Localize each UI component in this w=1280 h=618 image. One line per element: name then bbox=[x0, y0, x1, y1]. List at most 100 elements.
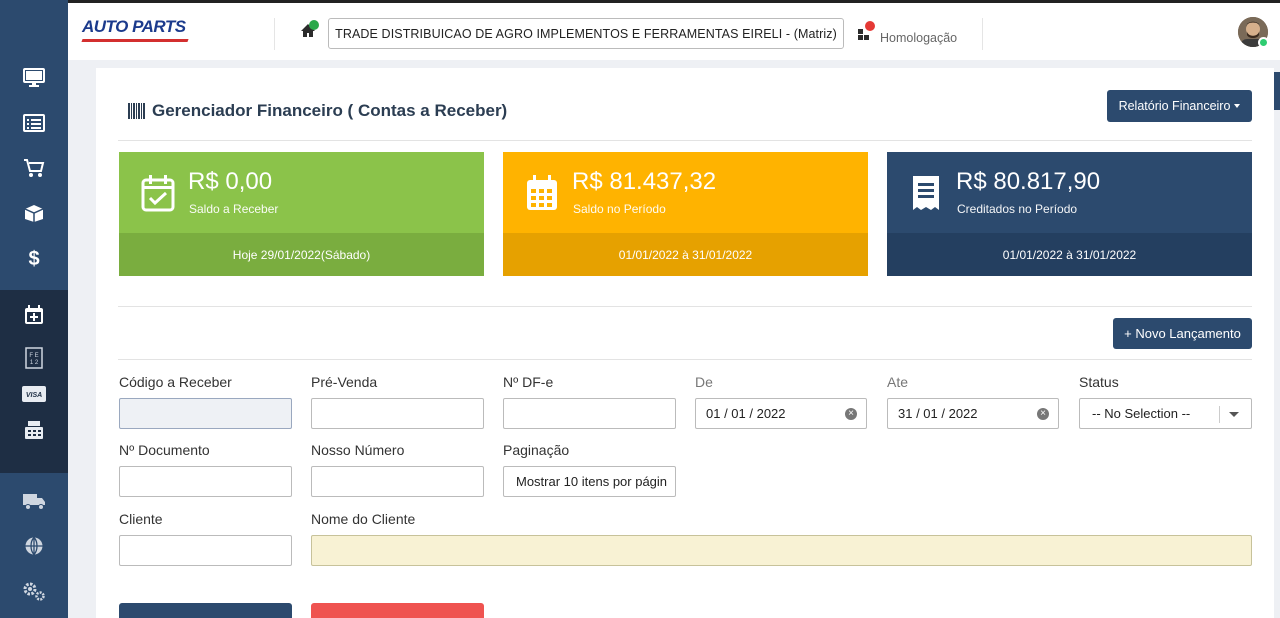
prevenda-input[interactable] bbox=[311, 398, 484, 429]
card-footer: 01/01/2022 à 31/01/2022 bbox=[503, 233, 868, 276]
dollar-icon: $ bbox=[28, 248, 39, 269]
sidebar-item-web[interactable] bbox=[0, 523, 68, 568]
date-to-input[interactable]: 31 / 01 / 2022 × bbox=[887, 398, 1059, 429]
clear-icon[interactable]: × bbox=[845, 408, 857, 420]
new-entry-button[interactable]: + Novo Lançamento bbox=[1113, 318, 1252, 349]
side-widget-tab[interactable] bbox=[1274, 72, 1280, 110]
chevron-down-icon bbox=[1229, 412, 1239, 417]
sidebar-group-main: $ bbox=[0, 55, 68, 280]
sidebar-item-nfe[interactable]: F E1 2 bbox=[0, 340, 68, 376]
barcode-icon bbox=[128, 103, 145, 119]
environment-status-dot bbox=[865, 21, 875, 31]
environment-button[interactable] bbox=[858, 21, 875, 45]
summary-card-credited: R$ 80.817,90 Creditados no Período 01/01… bbox=[887, 152, 1252, 276]
status-select[interactable]: -- No Selection -- bbox=[1079, 398, 1252, 429]
status-value: -- No Selection -- bbox=[1092, 406, 1191, 421]
gears-icon bbox=[23, 582, 45, 601]
date-from-value: 01 / 01 / 2022 bbox=[706, 406, 786, 421]
card-footer: Hoje 29/01/2022(Sábado) bbox=[119, 233, 484, 276]
card-body: R$ 81.437,32 Saldo no Período bbox=[503, 152, 868, 233]
nome-cliente-input bbox=[311, 535, 1252, 566]
sidebar-item-cashier[interactable] bbox=[0, 412, 68, 448]
online-status-dot bbox=[309, 20, 319, 30]
divider bbox=[118, 359, 1252, 360]
home-button[interactable] bbox=[300, 20, 319, 43]
globe-icon bbox=[25, 536, 43, 555]
sidebar-item-settings[interactable] bbox=[0, 568, 68, 613]
cliente-label: Cliente bbox=[119, 511, 163, 527]
divider bbox=[118, 306, 1252, 307]
page-title: Gerenciador Financeiro ( Contas a Recebe… bbox=[128, 101, 507, 121]
select-divider bbox=[1219, 406, 1220, 423]
visa-icon: VISA bbox=[22, 386, 46, 402]
divider bbox=[118, 140, 1252, 141]
prevenda-label: Pré-Venda bbox=[311, 374, 378, 390]
cart-icon bbox=[24, 158, 45, 177]
paginacao-label: Paginação bbox=[503, 442, 570, 458]
nosso-numero-label: Nosso Número bbox=[311, 442, 405, 458]
sidebar-item-finance[interactable]: $ bbox=[0, 235, 68, 280]
app-logo[interactable]: AUTO PARTS bbox=[82, 17, 186, 37]
nome-cliente-label: Nome do Cliente bbox=[311, 511, 416, 527]
sidebar-item-schedule[interactable] bbox=[0, 290, 68, 340]
sidebar: $ F E1 2 VISA bbox=[0, 0, 68, 618]
summary-card-balance: R$ 0,00 Saldo a Receber Hoje 29/01/2022(… bbox=[119, 152, 484, 276]
clear-button[interactable] bbox=[311, 603, 484, 618]
receipt-icon bbox=[913, 176, 939, 210]
nfe-icon: F E1 2 bbox=[25, 347, 43, 369]
logo-underline bbox=[81, 39, 189, 42]
cliente-input[interactable] bbox=[119, 535, 292, 566]
sidebar-group-finance: F E1 2 VISA bbox=[0, 290, 68, 473]
codigo-input[interactable] bbox=[119, 398, 292, 429]
calendar-icon bbox=[527, 175, 557, 210]
de-label: De bbox=[695, 374, 713, 390]
clear-icon[interactable]: × bbox=[1037, 408, 1049, 420]
divider bbox=[982, 18, 983, 50]
sidebar-item-delivery[interactable] bbox=[0, 478, 68, 523]
card-amount: R$ 81.437,32 bbox=[572, 168, 717, 195]
environment-label: Homologação bbox=[880, 31, 958, 45]
dfe-label: Nº DF-e bbox=[503, 374, 554, 390]
truck-icon bbox=[23, 493, 45, 510]
card-amount: R$ 0,00 bbox=[188, 168, 273, 195]
codigo-label: Código a Receber bbox=[119, 374, 232, 390]
calendar-plus-icon bbox=[25, 305, 43, 324]
sidebar-item-dashboard[interactable] bbox=[0, 55, 68, 100]
pagination-select[interactable]: Mostrar 10 itens por págin bbox=[503, 466, 676, 497]
card-footer: 01/01/2022 à 31/01/2022 bbox=[887, 233, 1252, 276]
cash-register-icon bbox=[25, 421, 43, 439]
documento-label: Nº Documento bbox=[119, 442, 210, 458]
company-selector[interactable]: TRADE DISTRIBUICAO DE AGRO IMPLEMENTOS E… bbox=[328, 18, 844, 49]
list-icon bbox=[23, 113, 45, 132]
date-from-input[interactable]: 01 / 01 / 2022 × bbox=[695, 398, 867, 429]
documento-input[interactable] bbox=[119, 466, 292, 497]
svg-text:VISA: VISA bbox=[26, 392, 42, 399]
box-icon bbox=[24, 204, 44, 222]
ate-label: Ate bbox=[887, 374, 909, 390]
search-button[interactable] bbox=[119, 603, 292, 618]
dfe-input[interactable] bbox=[503, 398, 676, 429]
sidebar-item-cards[interactable]: VISA bbox=[0, 376, 68, 412]
card-label: Saldo no Período bbox=[573, 202, 666, 216]
report-dropdown-button[interactable]: Relatório Financeiro bbox=[1107, 90, 1252, 122]
card-body: R$ 0,00 Saldo a Receber bbox=[119, 152, 484, 233]
monitor-icon bbox=[23, 67, 45, 87]
top-bar: AUTO PARTS TRADE DISTRIBUICAO DE AGRO IM… bbox=[68, 0, 1280, 60]
user-online-dot bbox=[1258, 37, 1269, 48]
card-amount: R$ 80.817,90 bbox=[956, 168, 1101, 195]
sidebar-group-tools bbox=[0, 478, 68, 613]
card-label: Creditados no Período bbox=[957, 202, 1078, 216]
sidebar-item-products[interactable] bbox=[0, 190, 68, 235]
divider bbox=[274, 18, 275, 50]
sidebar-item-sales[interactable] bbox=[0, 145, 68, 190]
svg-text:1 2: 1 2 bbox=[30, 360, 39, 366]
report-button-label: Relatório Financeiro bbox=[1118, 99, 1231, 113]
sidebar-item-list[interactable] bbox=[0, 100, 68, 145]
nosso-numero-input[interactable] bbox=[311, 466, 484, 497]
svg-text:F E: F E bbox=[29, 353, 38, 359]
status-label: Status bbox=[1079, 374, 1119, 390]
card-label: Saldo a Receber bbox=[189, 202, 279, 216]
date-to-value: 31 / 01 / 2022 bbox=[898, 406, 978, 421]
card-body: R$ 80.817,90 Creditados no Período bbox=[887, 152, 1252, 233]
svg-text:$: $ bbox=[28, 248, 39, 269]
